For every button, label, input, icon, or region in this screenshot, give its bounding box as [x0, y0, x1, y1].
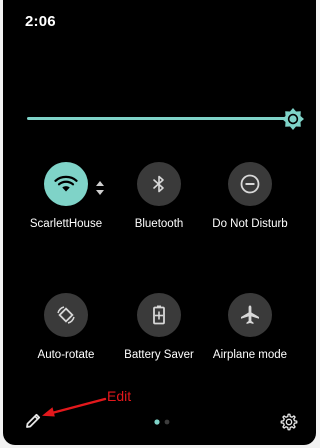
page-dot-inactive [164, 419, 170, 425]
tile-label-wifi: ScarlettHouse [29, 218, 103, 230]
tile-label-auto-rotate: Auto-rotate [37, 349, 95, 361]
tile-wifi[interactable]: ScarlettHouse [21, 162, 111, 232]
annotation-arrow-icon [42, 397, 107, 417]
bluetooth-toggle[interactable] [137, 162, 181, 206]
edit-pencil-icon[interactable] [23, 411, 43, 431]
page-indicator [154, 419, 170, 425]
tile-do-not-disturb[interactable]: Do Not Disturb [205, 162, 295, 232]
tile-label-airplane-mode: Airplane mode [212, 349, 288, 361]
do-not-disturb-icon [240, 174, 260, 194]
annotation-edit-label: Edit [107, 388, 132, 404]
tile-battery-saver[interactable]: Battery Saver [114, 293, 204, 363]
auto-rotate-toggle[interactable] [44, 293, 88, 337]
brightness-icon[interactable] [281, 107, 305, 131]
airplane-mode-toggle[interactable] [228, 293, 272, 337]
auto-rotate-icon [57, 306, 75, 324]
battery-saver-toggle[interactable] [137, 293, 181, 337]
airplane-icon [241, 305, 259, 324]
do-not-disturb-toggle[interactable] [228, 162, 272, 206]
settings-gear-icon[interactable] [279, 412, 299, 432]
tile-airplane-mode[interactable]: Airplane mode [205, 293, 295, 363]
quick-settings-panel: 2:06 ScarlettHouse Bluetooth Do Not Dist… [3, 0, 316, 445]
tile-auto-rotate[interactable]: Auto-rotate [21, 293, 111, 363]
wifi-icon [54, 175, 78, 192]
page-dot-active [154, 419, 160, 425]
brightness-slider[interactable] [27, 117, 289, 120]
status-bar-time: 2:06 [25, 13, 56, 30]
tile-bluetooth[interactable]: Bluetooth [114, 162, 204, 232]
tile-label-do-not-disturb: Do Not Disturb [212, 218, 288, 230]
bluetooth-icon [153, 175, 164, 193]
tile-label-battery-saver: Battery Saver [124, 349, 194, 361]
expand-arrows-icon[interactable] [95, 180, 105, 196]
wifi-toggle[interactable] [44, 162, 88, 206]
tile-label-bluetooth: Bluetooth [134, 218, 184, 230]
battery-saver-icon [153, 305, 165, 325]
